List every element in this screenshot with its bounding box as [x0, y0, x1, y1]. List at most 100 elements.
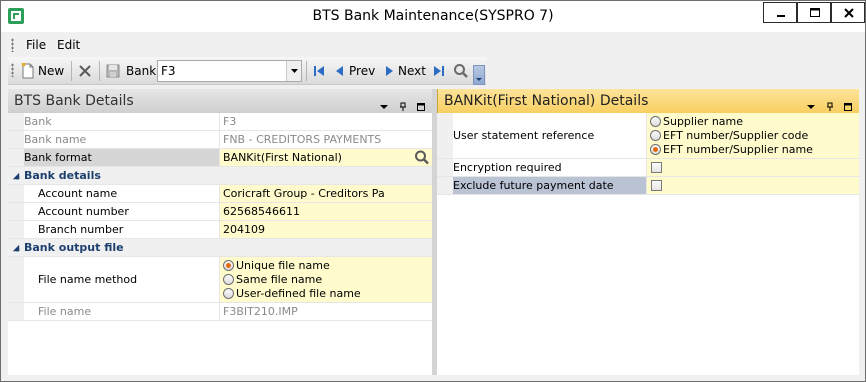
prev-button-label: Prev [349, 64, 376, 78]
left-pane-header: BTS Bank Details [8, 89, 432, 113]
chevron-down-icon [291, 69, 298, 73]
maximize-icon [810, 8, 820, 17]
last-button[interactable] [431, 62, 447, 80]
new-document-icon [21, 63, 34, 79]
encryption-required-checkbox[interactable] [651, 162, 662, 173]
radio-eft-number-supplier-code[interactable]: EFT number/Supplier code [650, 129, 808, 143]
radio-label: EFT number/Supplier code [663, 129, 809, 142]
new-button-label: New [38, 64, 65, 78]
exclude-future-payment-date-field[interactable] [647, 177, 859, 194]
radio-unique-file-name[interactable]: Unique file name [223, 259, 330, 273]
bank-combo-dropdown-button[interactable] [286, 61, 301, 81]
last-record-icon [434, 66, 444, 76]
property-value: FNB - CREDITORS PAYMENTS [220, 131, 432, 148]
right-pane-header-icons [802, 96, 853, 111]
radio-label: User-defined file name [236, 287, 361, 300]
pane-pin-icon[interactable] [398, 96, 408, 111]
menu-grip[interactable] [11, 38, 14, 52]
toolbar-separator [71, 61, 72, 81]
left-pane-title: BTS Bank Details [14, 93, 134, 109]
collapse-triangle-icon[interactable] [12, 244, 20, 252]
property-row-account-number[interactable]: Account number 62568546611 [8, 203, 432, 221]
bank-format-lookup-button[interactable] [414, 150, 430, 165]
chevron-down-icon [476, 78, 482, 81]
row-margin [437, 159, 453, 176]
menu-file[interactable]: File [26, 38, 46, 52]
property-row-bank-format[interactable]: Bank format BANKit(First National) [8, 149, 432, 167]
search-button[interactable] [453, 62, 469, 80]
radio-supplier-name[interactable]: Supplier name [650, 115, 743, 129]
account-name-field[interactable]: Coricraft Group - Creditors Pa [220, 185, 432, 202]
row-margin [8, 221, 24, 238]
radio-user-defined-file-name[interactable]: User-defined file name [223, 287, 361, 301]
branch-number-field[interactable]: 204109 [220, 221, 432, 238]
encryption-required-field[interactable] [647, 159, 859, 176]
property-label: Branch number [24, 221, 220, 238]
radio-button[interactable] [650, 116, 661, 127]
radio-button-selected[interactable] [223, 260, 234, 271]
property-value: F3 [220, 113, 432, 130]
minimize-button[interactable] [763, 2, 797, 23]
radio-button[interactable] [223, 274, 234, 285]
category-label: Bank output file [24, 241, 124, 254]
first-button[interactable] [311, 62, 327, 80]
radio-same-file-name[interactable]: Same file name [223, 273, 322, 287]
pane-maximize-icon[interactable] [843, 96, 853, 111]
maximize-button[interactable] [797, 2, 831, 23]
pane-pin-icon[interactable] [825, 96, 835, 111]
property-row-account-name[interactable]: Account name Coricraft Group - Creditors… [8, 185, 432, 203]
property-label: User statement reference [453, 113, 647, 158]
pane-maximize-icon[interactable] [416, 96, 426, 111]
close-button[interactable] [831, 2, 865, 23]
radio-button-selected[interactable] [650, 144, 661, 155]
property-label: Bank name [24, 131, 220, 148]
account-number-field[interactable]: 62568546611 [220, 203, 432, 220]
save-disk-icon [106, 64, 120, 78]
radio-button[interactable] [650, 130, 661, 141]
property-label: Bank format [24, 149, 220, 166]
exclude-future-payment-date-checkbox[interactable] [651, 180, 662, 191]
delete-button[interactable] [77, 62, 93, 80]
bts-bank-maintenance-window: BTS Bank Maintenance(SYSPRO 7) File Edit [0, 0, 866, 382]
radio-button[interactable] [223, 288, 234, 299]
category-label: Bank details [24, 169, 101, 182]
prev-arrow-icon [336, 66, 343, 76]
property-row-bank: Bank F3 [8, 113, 432, 131]
row-margin [8, 113, 24, 130]
pane-menu-dropdown-icon[interactable] [379, 96, 389, 109]
bank-format-field[interactable]: BANKit(First National) [220, 149, 432, 166]
bank-combo[interactable]: F3 [157, 60, 302, 82]
toolbar: New Bank: F3 Prev Next [8, 57, 486, 85]
prev-button[interactable]: Prev [333, 62, 377, 80]
property-row-encryption-required[interactable]: Encryption required [437, 159, 859, 177]
toolbar-overflow-button[interactable] [473, 65, 485, 85]
property-row-exclude-future-payment-date[interactable]: Exclude future payment date [437, 177, 859, 195]
search-icon [415, 150, 429, 165]
property-label: Bank [24, 113, 220, 130]
next-button-label: Next [398, 64, 426, 78]
save-button[interactable] [105, 62, 121, 80]
property-row-file-name: File name F3BIT210.IMP [8, 303, 432, 321]
bank-format-value: BANKit(First National) [223, 151, 342, 164]
menu-edit[interactable]: Edit [57, 38, 80, 52]
window-title: BTS Bank Maintenance(SYSPRO 7) [312, 8, 554, 24]
row-margin [8, 131, 24, 148]
category-bank-details[interactable]: Bank details [8, 167, 432, 185]
bts-bank-details-pane: BTS Bank Details Bank F3 Bank name FNB -… [8, 89, 432, 375]
property-label: Exclude future payment date [453, 177, 647, 194]
next-button[interactable]: Next [382, 62, 428, 80]
property-row-branch-number[interactable]: Branch number 204109 [8, 221, 432, 239]
close-icon [844, 8, 854, 18]
new-button[interactable]: New [20, 62, 68, 80]
row-margin [437, 177, 453, 194]
row-margin [437, 113, 453, 158]
category-bank-output-file[interactable]: Bank output file [8, 239, 432, 257]
toolbar-grip[interactable] [11, 63, 14, 77]
collapse-triangle-icon[interactable] [12, 172, 20, 180]
bank-label: Bank: [126, 64, 161, 78]
left-pane-header-icons [375, 96, 426, 111]
pane-menu-dropdown-icon[interactable] [806, 96, 816, 109]
radio-label: Supplier name [663, 115, 744, 128]
radio-eft-number-supplier-name[interactable]: EFT number/Supplier name [650, 143, 813, 157]
bankit-details-pane: BANKit(First National) Details User stat… [437, 89, 859, 375]
